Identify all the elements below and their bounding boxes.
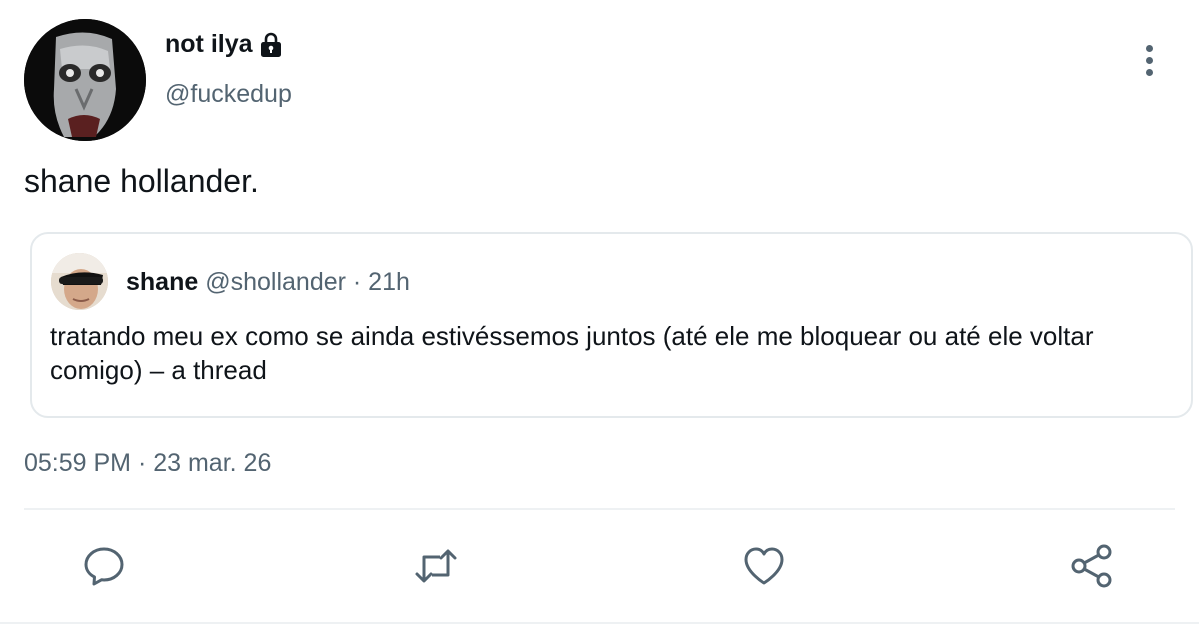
author-avatar[interactable] [24, 19, 146, 141]
quote-avatar-image [51, 253, 108, 310]
reply-button[interactable] [80, 544, 128, 588]
author-name-text: not ilya [165, 30, 253, 58]
quote-text: tratando meu ex como se ainda estivéssem… [50, 321, 1094, 385]
more-dot [1145, 68, 1153, 76]
more-dot [1145, 44, 1153, 52]
like-icon [744, 547, 784, 585]
share-button[interactable] [1068, 544, 1116, 588]
quoted-tweet-card[interactable]: shane @shollander · 21h tratando meu ex … [30, 232, 1193, 418]
retweet-button[interactable] [412, 544, 460, 588]
more-options-icon[interactable] [1134, 40, 1164, 80]
quote-avatar[interactable] [51, 253, 108, 310]
share-icon [1071, 544, 1112, 588]
quote-display-name[interactable]: shane [126, 268, 198, 296]
tweet-timestamp[interactable]: 05:59 PM · 23 mar. 26 [24, 449, 271, 478]
bottom-divider [0, 622, 1199, 624]
more-dot [1145, 56, 1153, 64]
like-button[interactable] [740, 544, 788, 588]
lock-icon [259, 32, 283, 58]
avatar-image [24, 19, 146, 141]
retweet-icon [415, 549, 457, 583]
author-handle[interactable]: @fuckedup [165, 80, 292, 109]
author-display-name[interactable]: not ilya [165, 30, 283, 59]
tweet-text: shane hollander. [24, 163, 259, 199]
quote-meta: @shollander · 21h [205, 268, 410, 296]
reply-icon [84, 547, 124, 586]
quote-header: shane @shollander · 21h [126, 268, 410, 297]
divider [24, 508, 1175, 510]
